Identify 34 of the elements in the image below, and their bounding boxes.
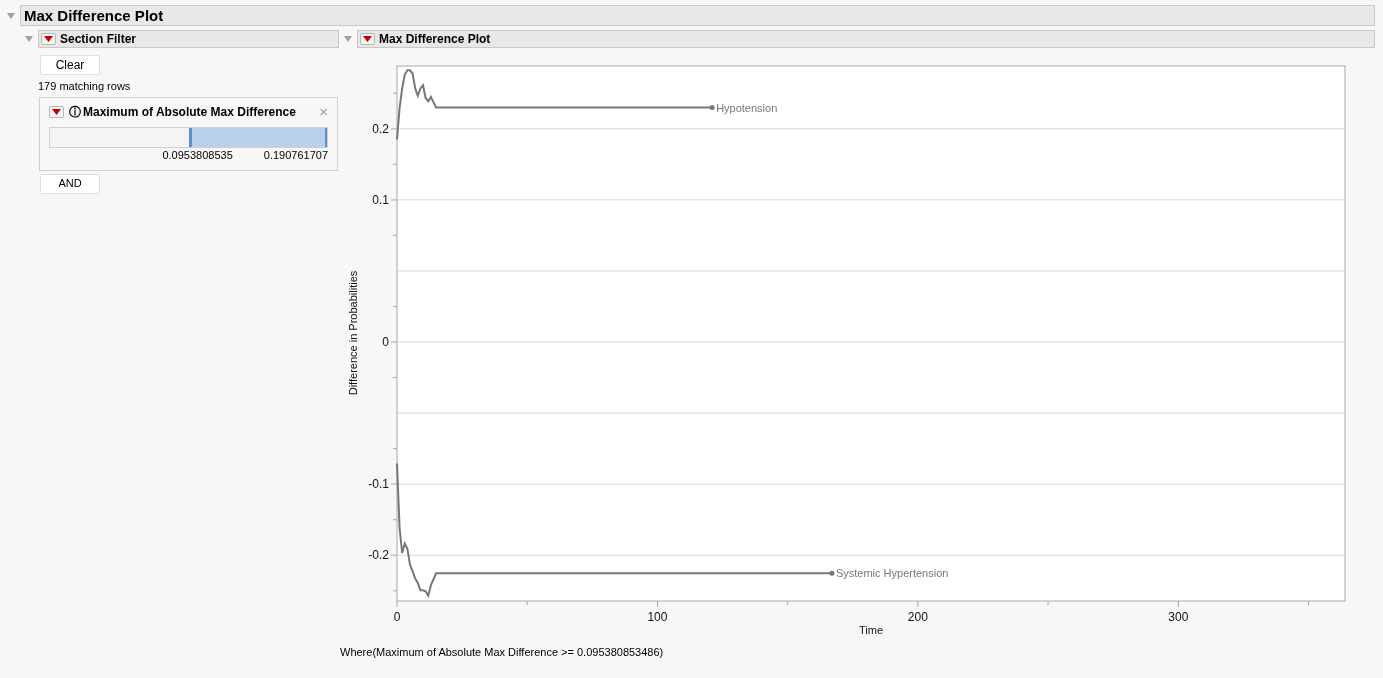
section-title: Max Difference Plot	[379, 31, 491, 48]
series-label: Hypotension	[716, 101, 778, 114]
section-title: Section Filter	[60, 31, 136, 48]
line-end-marker	[829, 570, 835, 576]
y-tick-label: -0.1	[368, 477, 389, 492]
series-label: Systemic Hypertension	[835, 567, 949, 580]
x-tick-label: 200	[907, 610, 928, 624]
x-axis-title: Time	[859, 624, 883, 636]
range-low-value: 0.0953808535	[162, 147, 233, 162]
disclosure-triangle-icon[interactable]	[343, 34, 353, 44]
filter-column-name: Maximum of Absolute Max Difference	[83, 103, 296, 121]
slider-selected-range[interactable]	[188, 127, 327, 147]
dropdown-menu-icon[interactable]	[360, 33, 375, 45]
range-slider[interactable]	[49, 126, 328, 148]
y-axis-title: Difference in Probabilities	[347, 270, 359, 396]
disclosure-triangle-icon[interactable]	[6, 10, 16, 21]
disclosure-triangle-icon[interactable]	[24, 34, 34, 44]
y-tick-label: 0	[382, 335, 389, 350]
info-icon: ⓘ	[69, 102, 81, 121]
x-tick-label: 100	[647, 610, 668, 624]
x-tick-label: 300	[1168, 610, 1189, 624]
y-tick-label: 0.2	[372, 121, 389, 136]
range-high-value: 0.190761707	[263, 147, 328, 162]
x-tick-label: 0	[393, 610, 401, 624]
clear-button[interactable]: Clear	[40, 55, 100, 75]
y-tick-label: 0.1	[372, 192, 389, 207]
line-end-marker	[709, 105, 715, 111]
report-title[interactable]: Max Difference Plot	[20, 5, 1375, 26]
dropdown-menu-icon[interactable]	[49, 105, 64, 118]
dropdown-menu-icon[interactable]	[41, 33, 56, 45]
matching-rows-count: 179 matching rows	[38, 79, 132, 94]
and-button[interactable]: AND	[40, 173, 100, 194]
y-tick-label: -0.2	[368, 548, 389, 563]
where-clause: Where(Maximum of Absolute Max Difference >= 0.095380853486)	[340, 645, 665, 660]
